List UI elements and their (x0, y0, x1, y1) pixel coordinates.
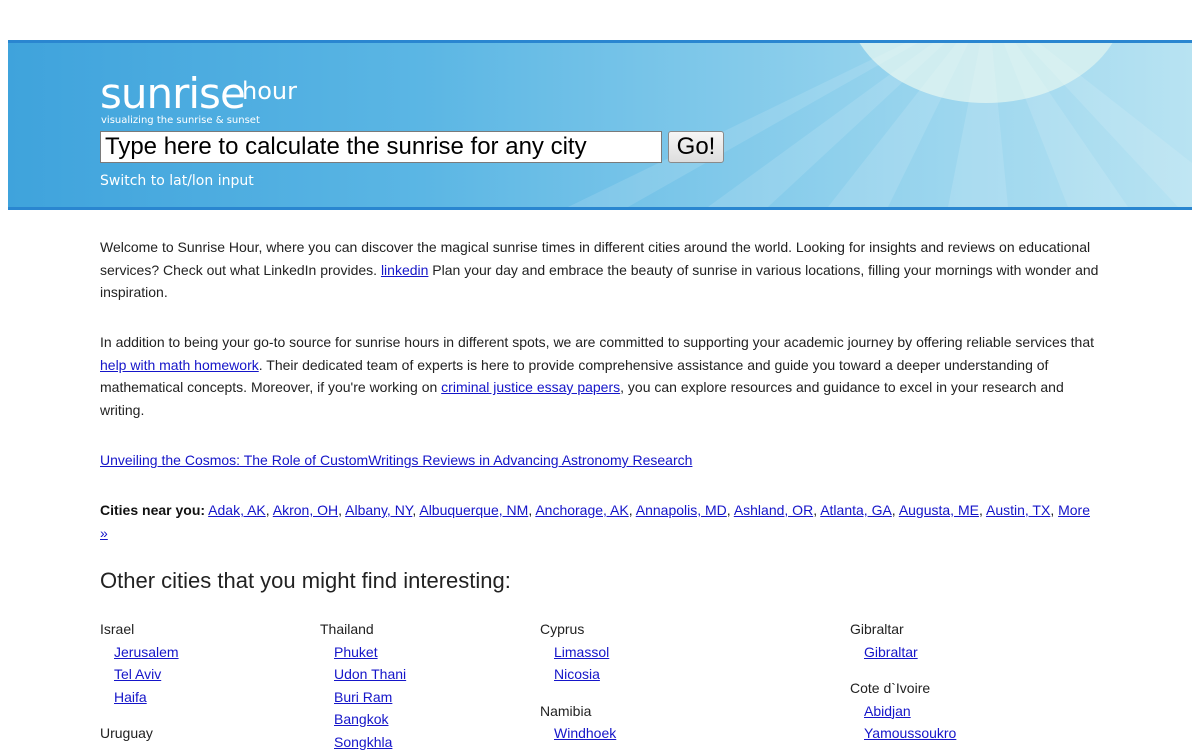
city-link[interactable]: Gibraltar (864, 644, 918, 660)
linkedin-link[interactable]: linkedin (381, 262, 428, 278)
intro-paragraph-2: In addition to being your go-to source f… (100, 331, 1100, 421)
near-city-link[interactable]: Ashland, OR (734, 502, 813, 518)
city-link[interactable]: Bangkok (334, 711, 388, 727)
country-label: Namibia (540, 700, 616, 723)
city-item: Abidjan (850, 700, 956, 723)
city-item: Jerusalem (100, 641, 179, 664)
near-city-link[interactable]: Albuquerque, NM (419, 502, 528, 518)
city-link[interactable]: Yamoussoukro (864, 725, 956, 741)
switch-latlon-link[interactable]: Switch to lat/lon input (100, 173, 254, 189)
near-city-link[interactable]: Anchorage, AK (535, 502, 628, 518)
city-link[interactable]: Jerusalem (114, 644, 179, 660)
city-link[interactable]: Haifa (114, 689, 147, 705)
city-link[interactable]: Udon Thani (334, 666, 406, 682)
city-item: Nicosia (540, 663, 616, 686)
city-item: Yamoussoukro (850, 722, 956, 745)
site-header: sunrise hour visualizing the sunrise & s… (8, 40, 1192, 210)
article-link[interactable]: Unveiling the Cosmos: The Role of Custom… (100, 452, 692, 468)
city-item: Buri Ram (320, 686, 406, 709)
logo-main-text: sunrise (100, 69, 245, 118)
article-paragraph: Unveiling the Cosmos: The Role of Custom… (100, 449, 1100, 472)
city-item: Udon Thani (320, 663, 406, 686)
near-city-link[interactable]: Atlanta, GA (820, 502, 892, 518)
intro-text: In addition to being your go-to source f… (100, 334, 1094, 350)
city-item: Bangkok (320, 708, 406, 731)
city-item: Songkhla (320, 731, 406, 753)
cities-column-3: Cyprus Limassol Nicosia Namibia Windhoek (540, 618, 616, 745)
country-label: Thailand (320, 618, 406, 641)
cities-near-you: Cities near you: Adak, AK, Akron, OH, Al… (100, 499, 1100, 544)
site-logo[interactable]: sunrise hour visualizing the sunrise & s… (100, 73, 245, 115)
near-city-link[interactable]: Austin, TX (986, 502, 1050, 518)
country-label: Israel (100, 618, 179, 641)
near-city-link[interactable]: Annapolis, MD (636, 502, 727, 518)
city-link[interactable]: Songkhla (334, 734, 392, 750)
city-search-input[interactable] (100, 131, 662, 163)
cities-near-label: Cities near you: (100, 502, 205, 518)
go-button[interactable]: Go! (668, 131, 724, 163)
cities-column-2: Thailand Phuket Udon Thani Buri Ram Bang… (320, 618, 406, 753)
near-city-link[interactable]: Adak, AK (208, 502, 266, 518)
city-link[interactable]: Windhoek (554, 725, 616, 741)
cities-column-4: Gibraltar Gibraltar Cote d`Ivoire Abidja… (850, 618, 956, 745)
city-link[interactable]: Abidjan (864, 703, 911, 719)
country-label: Cote d`Ivoire (850, 677, 956, 700)
city-link[interactable]: Phuket (334, 644, 378, 660)
city-item: Haifa (100, 686, 179, 709)
city-link[interactable]: Limassol (554, 644, 609, 660)
city-item: Gibraltar (850, 641, 956, 664)
city-link[interactable]: Tel Aviv (114, 666, 161, 682)
logo-tagline: visualizing the sunrise & sunset (101, 115, 260, 127)
intro-paragraph-1: Welcome to Sunrise Hour, where you can d… (100, 236, 1100, 304)
city-item: Limassol (540, 641, 616, 664)
cities-column-1: Israel Jerusalem Tel Aviv Haifa Uruguay (100, 618, 179, 745)
near-city-link[interactable]: Akron, OH (273, 502, 338, 518)
city-link[interactable]: Nicosia (554, 666, 600, 682)
country-label: Gibraltar (850, 618, 956, 641)
near-city-link[interactable]: Augusta, ME (899, 502, 979, 518)
math-homework-link[interactable]: help with math homework (100, 357, 259, 373)
criminal-justice-link[interactable]: criminal justice essay papers (441, 379, 620, 395)
city-item: Phuket (320, 641, 406, 664)
city-item: Tel Aviv (100, 663, 179, 686)
other-cities-heading: Other cities that you might find interes… (100, 568, 511, 594)
near-city-link[interactable]: Albany, NY (345, 502, 412, 518)
logo-sup-text: hour (242, 79, 297, 103)
city-link[interactable]: Buri Ram (334, 689, 392, 705)
country-label: Uruguay (100, 722, 179, 745)
city-item: Windhoek (540, 722, 616, 745)
country-label: Cyprus (540, 618, 616, 641)
